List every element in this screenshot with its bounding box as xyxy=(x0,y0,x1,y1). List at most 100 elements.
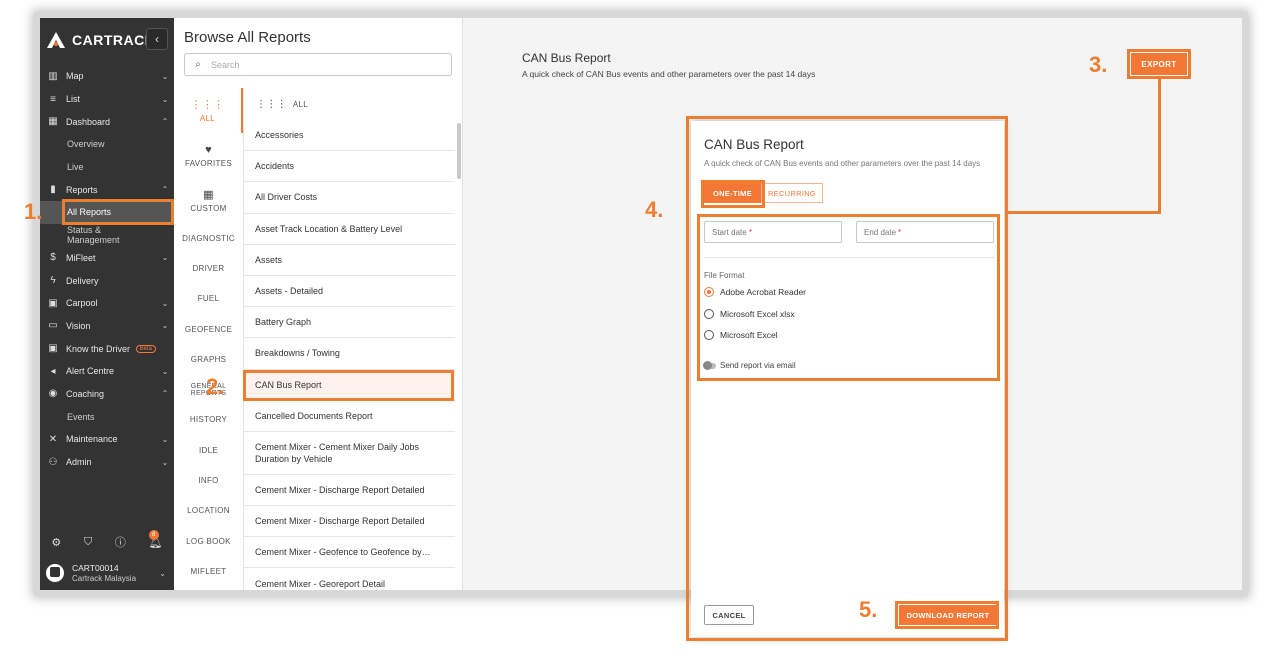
list-item[interactable]: Accessories xyxy=(244,120,455,152)
category-all[interactable]: ⋮⋮⋮ ALL xyxy=(174,88,243,133)
sidebar-item-dashboard[interactable]: ▦ Dashboard ⌃ xyxy=(40,110,174,133)
search-input[interactable]: ⌕ Search xyxy=(184,53,452,76)
list-item[interactable]: Asset Track Location & Battery Level xyxy=(244,214,455,245)
help-icon[interactable]: ⓘ xyxy=(115,534,126,550)
settings-icon[interactable]: ⚙ xyxy=(51,536,61,549)
category-mifleet[interactable]: MIFLEET xyxy=(174,556,243,586)
tab-recurring[interactable]: RECURRING xyxy=(761,183,823,203)
list-item[interactable]: Assets xyxy=(244,245,455,276)
sidebar-item-coaching[interactable]: ◉ Coaching ⌃ xyxy=(40,383,174,406)
tab-one-time[interactable]: ONE-TIME xyxy=(704,183,761,203)
heart-icon: ♥ xyxy=(205,143,212,156)
list-item[interactable]: Cement Mixer - Geofence to Geofence by… xyxy=(244,537,455,569)
end-date-field[interactable]: End date * xyxy=(856,221,994,243)
start-date-field[interactable]: Start date * xyxy=(704,221,842,243)
collapse-sidebar-button[interactable]: ‹ xyxy=(146,28,168,50)
format-radio-adobe-acrobat-reader[interactable]: Adobe Acrobat Reader xyxy=(704,285,806,299)
send-email-toggle[interactable] xyxy=(703,360,716,370)
list-item[interactable]: Breakdowns / Towing xyxy=(244,338,455,370)
list-item[interactable]: Cancelled Documents Report xyxy=(244,401,455,432)
list-item[interactable]: Battery Graph xyxy=(244,307,455,339)
divider xyxy=(704,257,994,258)
category-idle[interactable]: IDLE xyxy=(174,435,243,465)
sidebar-item-label: Delivery xyxy=(66,275,99,286)
sidebar-item-label: Status & Management xyxy=(67,225,120,246)
category-label: IDLE xyxy=(199,445,218,455)
sidebar-item-label: Vision xyxy=(66,320,91,331)
category-driver[interactable]: DRIVER xyxy=(174,253,243,283)
sidebar-item-all-reports[interactable]: All Reports xyxy=(40,201,174,224)
category-list: ⋮⋮⋮ ALL ♥ FAVORITES ▦ CUSTOM DIAGNOSTIC DRIVER F… xyxy=(174,88,244,590)
sidebar-item-label: Reports xyxy=(66,184,98,195)
shield-icon[interactable]: ⛉ xyxy=(84,536,92,549)
user-profile[interactable]: CART00014 Cartrack Malaysia ⌄ xyxy=(40,558,174,588)
category-location[interactable]: LOCATION xyxy=(174,496,243,526)
list-item[interactable]: Cement Mixer - Georeport Detail xyxy=(244,568,455,590)
category-label: INFO xyxy=(198,476,219,486)
category-history[interactable]: HISTORY xyxy=(174,405,243,435)
list-item[interactable]: Cement Mixer - Discharge Report Detailed xyxy=(244,475,455,507)
list-item[interactable]: Cement Mixer - Discharge Report Detailed xyxy=(244,506,455,538)
sidebar-item-vision[interactable]: ▭ Vision ⌄ xyxy=(40,315,174,338)
category-favorites[interactable]: ♥ FAVORITES xyxy=(174,133,243,178)
radio-icon[interactable] xyxy=(704,287,714,297)
category-label: MIFLEET xyxy=(190,566,227,576)
sidebar-item-list[interactable]: ≡ List ⌄ xyxy=(40,88,174,111)
chevron-icon: ⌄ xyxy=(161,457,169,467)
list-item[interactable]: CAN Bus Report xyxy=(244,369,455,401)
sidebar-item-map[interactable]: ▥ Map ⌄ xyxy=(40,65,174,88)
category-custom[interactable]: ▦ CUSTOM xyxy=(174,178,243,223)
category-graphs[interactable]: GRAPHS xyxy=(174,344,243,374)
bell-icon[interactable]: 🔔︎ 8 xyxy=(148,529,163,549)
chevron-icon: ⌄ xyxy=(161,434,169,444)
report-list-scrollbar[interactable] xyxy=(457,123,461,179)
category-label: FUEL xyxy=(197,294,220,304)
browse-reports-panel: Browse All Reports ⌕ Search ⋮⋮⋮ ALL ♥ FAVOR… xyxy=(174,18,463,590)
coaching-icon: ◉ xyxy=(48,388,58,400)
sidebar-item-maintenance[interactable]: ✕ Maintenance ⌄ xyxy=(40,428,174,451)
cancel-button[interactable]: CANCEL xyxy=(704,605,754,625)
grid-icon: ⋮⋮⋮ xyxy=(190,99,225,111)
sidebar-item-reports[interactable]: ▮ Reports ⌃ xyxy=(40,178,174,201)
sidebar-item-alert-centre[interactable]: ◂ Alert Centre ⌄ xyxy=(40,360,174,383)
chevron-icon: ⌄ xyxy=(161,366,169,376)
category-log-book[interactable]: LOG BOOK xyxy=(174,526,243,556)
list-item[interactable]: All Driver Costs xyxy=(244,182,455,214)
camera-icon: ▭ xyxy=(48,320,58,332)
format-radio-microsoft-excel-xlsx[interactable]: Microsoft Excel xlsx xyxy=(704,307,795,321)
map-icon: ▥ xyxy=(48,70,58,82)
search-icon: ⌕ xyxy=(195,59,201,70)
sidebar-item-status-management[interactable]: Status & Management xyxy=(40,224,174,247)
modal-title: CAN Bus Report xyxy=(704,137,804,152)
format-radio-microsoft-excel[interactable]: Microsoft Excel xyxy=(704,328,778,342)
category-fuel[interactable]: FUEL xyxy=(174,284,243,314)
sidebar-item-admin[interactable]: ⚇ Admin ⌄ xyxy=(40,451,174,474)
sidebar-item-know-the-driver[interactable]: ▣ Know the Driver Beta xyxy=(40,337,174,360)
category-info[interactable]: INFO xyxy=(174,465,243,495)
sidebar-nav: ▥ Map ⌄ ≡ List ⌄ ▦ Dashboard ⌃ Overview Live ▮ Repor… xyxy=(40,65,174,473)
app-window: CARTRACK ‹ ▥ Map ⌄ ≡ List ⌄ ▦ Dashboard ⌃ Overvie… xyxy=(40,18,1242,590)
radio-icon[interactable] xyxy=(704,308,714,319)
sidebar-item-carpool[interactable]: ▣ Carpool ⌄ xyxy=(40,292,174,315)
sidebar-item-overview[interactable]: Overview xyxy=(40,133,174,156)
beta-badge: Beta xyxy=(135,344,156,353)
tools-icon: ✕ xyxy=(48,433,58,445)
category-diagnostic[interactable]: DIAGNOSTIC xyxy=(174,223,243,253)
list-item[interactable]: Cement Mixer - Cement Mixer Daily Jobs D… xyxy=(244,432,455,475)
sidebar-item-delivery[interactable]: ϟ Delivery xyxy=(40,269,174,292)
list-item[interactable]: Assets - Detailed xyxy=(244,276,455,308)
sidebar-item-events[interactable]: Events xyxy=(40,405,174,428)
category-geofence[interactable]: GEOFENCE xyxy=(174,314,243,344)
brand-logo: CARTRACK xyxy=(46,28,155,52)
download-report-button[interactable]: DOWNLOAD REPORT xyxy=(899,605,997,625)
sidebar-item-mifleet[interactable]: $ MiFleet ⌄ xyxy=(40,247,174,270)
list-item[interactable]: Accidents xyxy=(244,151,455,183)
sidebar-item-live[interactable]: Live xyxy=(40,156,174,179)
custom-grid-icon: ▦ xyxy=(203,189,214,201)
required-mark: * xyxy=(898,227,902,237)
start-date-label: Start date xyxy=(712,227,747,237)
radio-icon[interactable] xyxy=(704,330,714,340)
send-email-toggle-row[interactable]: Send report via email xyxy=(703,360,796,370)
connector-line-vertical xyxy=(1158,79,1161,214)
export-button[interactable]: EXPORT xyxy=(1131,53,1187,75)
